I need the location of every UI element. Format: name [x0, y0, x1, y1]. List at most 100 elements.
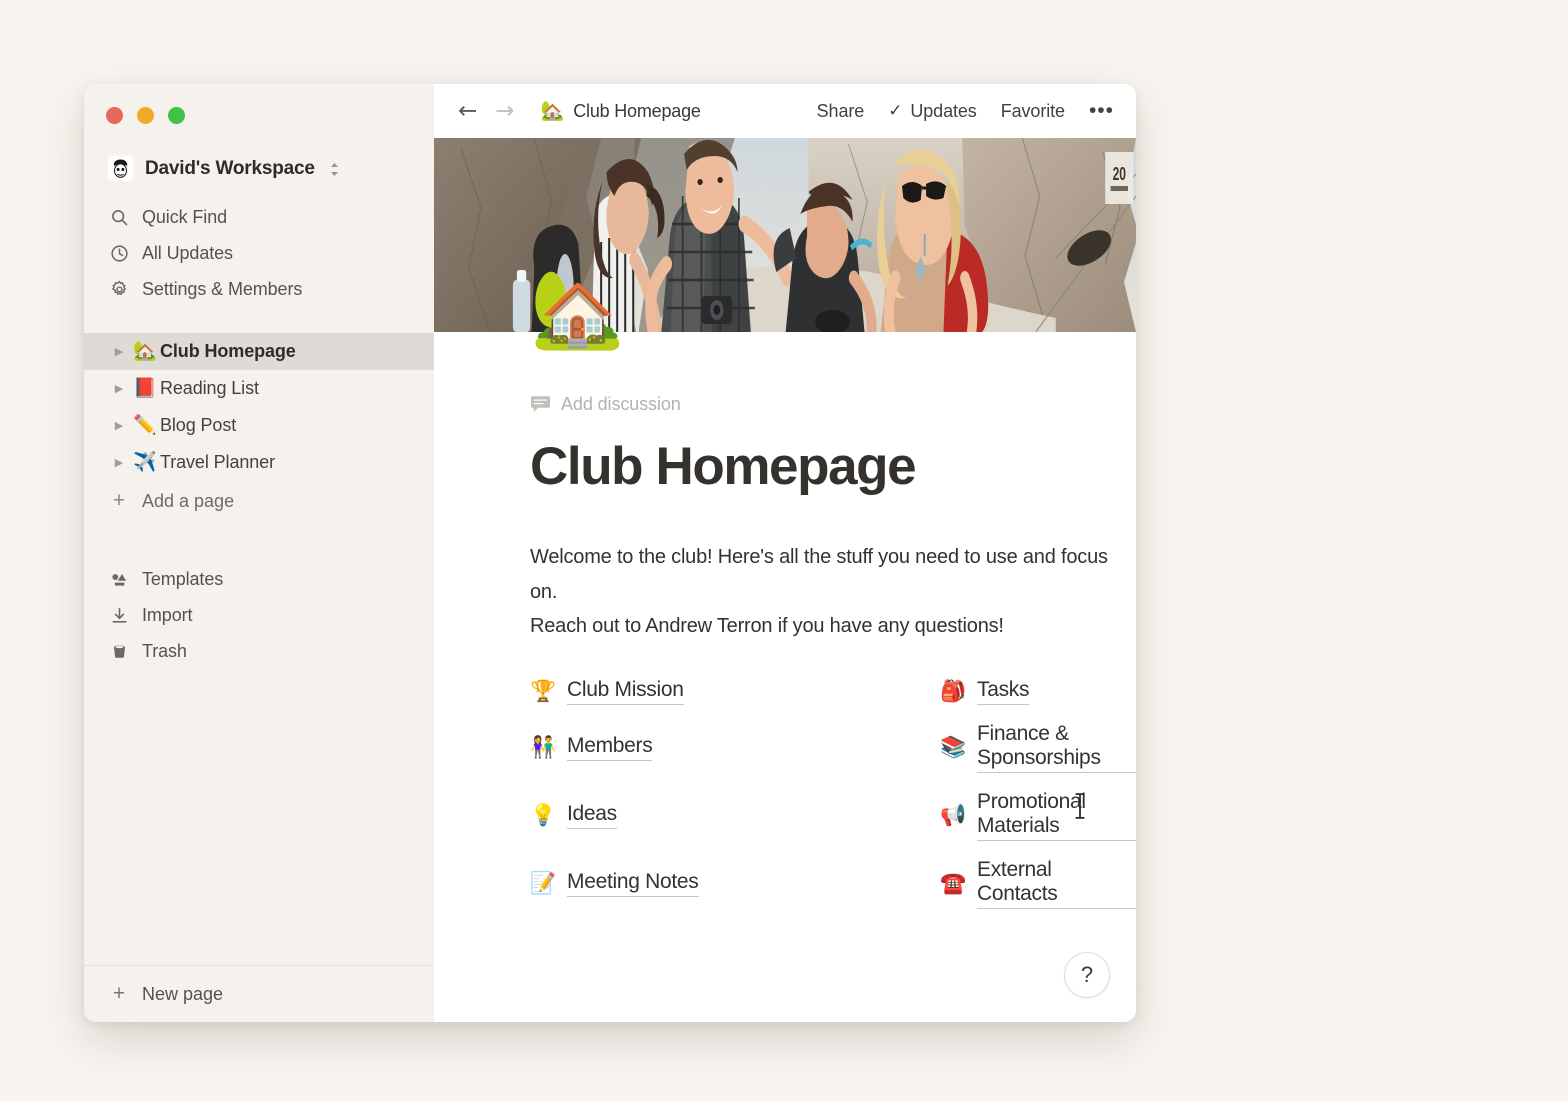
gear-icon: [108, 278, 130, 300]
page-link-label: External Contacts: [977, 858, 1136, 909]
favorite-button[interactable]: Favorite: [1001, 101, 1065, 122]
page-link-finance-sponsorships[interactable]: 📚 Finance & Sponsorships: [940, 722, 1136, 773]
sidebar-item-templates[interactable]: Templates: [84, 561, 434, 597]
sidebar-item-quick-find[interactable]: Quick Find: [84, 199, 434, 235]
page-link-label: Tasks: [977, 678, 1029, 705]
sidebar-item-label: All Updates: [142, 242, 233, 263]
backpack-icon: 🎒: [940, 679, 967, 703]
add-discussion-button[interactable]: Add discussion: [530, 394, 681, 415]
megaphone-icon: 📢: [940, 803, 967, 827]
sidebar-item-label: Templates: [142, 568, 224, 589]
sidebar-item-label: Import: [142, 604, 193, 625]
updates-label: Updates: [910, 100, 977, 121]
arrow-left-icon[interactable]: ←: [458, 99, 477, 123]
add-a-page-label: Add a page: [142, 490, 235, 511]
sidebar: David's Workspace Quick Find All Updates…: [84, 84, 434, 1022]
close-window-button[interactable]: [106, 107, 123, 124]
sidebar-item-all-updates[interactable]: All Updates: [84, 235, 434, 271]
sidebar-page-label: Blog Post: [160, 415, 237, 435]
help-button[interactable]: ?: [1064, 952, 1110, 998]
trash-icon: [108, 640, 130, 662]
plus-icon: +: [112, 489, 126, 512]
cover-sign-20: 20: [1105, 152, 1134, 204]
sidebar-nav-section: Quick Find All Updates Settings & Member…: [84, 199, 434, 307]
sidebar-page-club-homepage[interactable]: ▶ 🏡 Club Homepage: [84, 333, 434, 370]
plus-icon: +: [112, 982, 126, 1005]
trophy-icon: 🏆: [530, 679, 557, 703]
check-icon: ✓: [888, 101, 903, 120]
more-options-button[interactable]: •••: [1089, 99, 1114, 123]
workspace-name: David's Workspace: [145, 157, 315, 179]
workspace-switcher[interactable]: David's Workspace: [84, 150, 434, 187]
sidebar-page-reading-list[interactable]: ▶ 📕 Reading List: [84, 370, 434, 407]
memo-icon: 📝: [530, 871, 557, 895]
telephone-icon: ☎️: [940, 871, 967, 895]
page-link-ideas[interactable]: 💡 Ideas: [530, 790, 617, 841]
arrow-right-icon[interactable]: →: [495, 99, 514, 123]
search-icon: [108, 206, 130, 228]
expand-triangle-icon[interactable]: ▶: [108, 456, 130, 469]
page-emoji-icon[interactable]: 🏡: [530, 272, 625, 348]
sidebar-item-settings-members[interactable]: Settings & Members: [84, 271, 434, 307]
expand-triangle-icon[interactable]: ▶: [108, 419, 130, 432]
page-body: 🏡 Add discussion Club Homepage Welcome t…: [434, 272, 1136, 1022]
clock-icon: [108, 242, 130, 264]
page-link-label: Ideas: [567, 802, 617, 829]
svg-text:20: 20: [1113, 165, 1126, 185]
page-link-label: Finance & Sponsorships: [977, 722, 1136, 773]
people-icon: 👫: [530, 735, 557, 759]
templates-icon: [108, 568, 130, 590]
breadcrumb[interactable]: 🏡 Club Homepage: [541, 101, 701, 122]
breadcrumb-emoji-icon: 🏡: [540, 100, 565, 122]
page-title[interactable]: Club Homepage: [530, 437, 1136, 496]
welcome-line-1: Welcome to the club! Here's all the stuf…: [530, 546, 1108, 603]
new-page-label: New page: [142, 983, 224, 1004]
sidebar-page-blog-post[interactable]: ▶ ✏️ Blog Post: [84, 407, 434, 444]
add-discussion-label: Add discussion: [561, 394, 681, 414]
page-link-club-mission[interactable]: 🏆 Club Mission: [530, 678, 684, 705]
sidebar-page-label: Reading List: [160, 378, 259, 398]
lightbulb-icon: 💡: [530, 803, 557, 827]
sidebar-item-import[interactable]: Import: [84, 597, 434, 633]
updates-button[interactable]: ✓ Updates: [888, 101, 977, 122]
breadcrumb-label: Club Homepage: [573, 100, 701, 121]
page-emoji-icon: ✏️: [133, 415, 157, 436]
page-link-members[interactable]: 👫 Members: [530, 722, 653, 773]
top-toolbar: ← → 🏡 Club Homepage Share ✓ Updates Favo…: [434, 84, 1136, 138]
page-link-label: Members: [567, 734, 653, 761]
minimize-window-button[interactable]: [137, 107, 154, 124]
window-traffic-lights: [84, 84, 434, 136]
chevron-up-down-icon: [329, 161, 340, 178]
books-icon: 📚: [940, 735, 967, 759]
page-emoji-icon: 🏡: [133, 341, 157, 362]
page-link-external-contacts[interactable]: ☎️ External Contacts: [940, 858, 1136, 909]
welcome-line-2: Reach out to Andrew Terron if you have a…: [530, 615, 1004, 638]
comment-icon: [530, 395, 551, 414]
expand-triangle-icon[interactable]: ▶: [108, 382, 130, 395]
page-link-label: Meeting Notes: [567, 870, 699, 897]
download-icon: [108, 604, 130, 626]
page-link-label: Club Mission: [567, 678, 684, 705]
sidebar-tools-section: Templates Import Trash: [84, 561, 434, 669]
share-button[interactable]: Share: [817, 101, 865, 122]
sidebar-item-label: Settings & Members: [142, 278, 303, 299]
new-page-button[interactable]: + New page: [84, 966, 434, 1022]
page-link-meeting-notes[interactable]: 📝 Meeting Notes: [530, 858, 699, 909]
sidebar-item-trash[interactable]: Trash: [84, 633, 434, 669]
app-window: David's Workspace Quick Find All Updates…: [84, 84, 1136, 1022]
expand-triangle-icon[interactable]: ▶: [108, 345, 130, 358]
add-a-page-button[interactable]: + Add a page: [84, 481, 434, 521]
maximize-window-button[interactable]: [168, 107, 185, 124]
page-emoji-icon: ✈️: [133, 452, 157, 473]
sidebar-footer: + New page: [84, 965, 434, 1022]
sidebar-item-label: Trash: [142, 640, 187, 661]
page-link-label: Promotional Materials: [977, 790, 1136, 841]
sidebar-page-travel-planner[interactable]: ▶ ✈️ Travel Planner: [84, 444, 434, 481]
sidebar-pages-section: ▶ 🏡 Club Homepage ▶ 📕 Reading List ▶ ✏️ …: [84, 333, 434, 521]
welcome-paragraph[interactable]: Welcome to the club! Here's all the stuf…: [530, 540, 1136, 643]
sidebar-item-label: Quick Find: [142, 206, 228, 227]
page-link-promotional-materials[interactable]: 📢 Promotional Materials: [940, 790, 1136, 841]
page-link-tasks[interactable]: 🎒 Tasks: [940, 678, 1029, 705]
face-avatar-icon: [108, 156, 133, 181]
